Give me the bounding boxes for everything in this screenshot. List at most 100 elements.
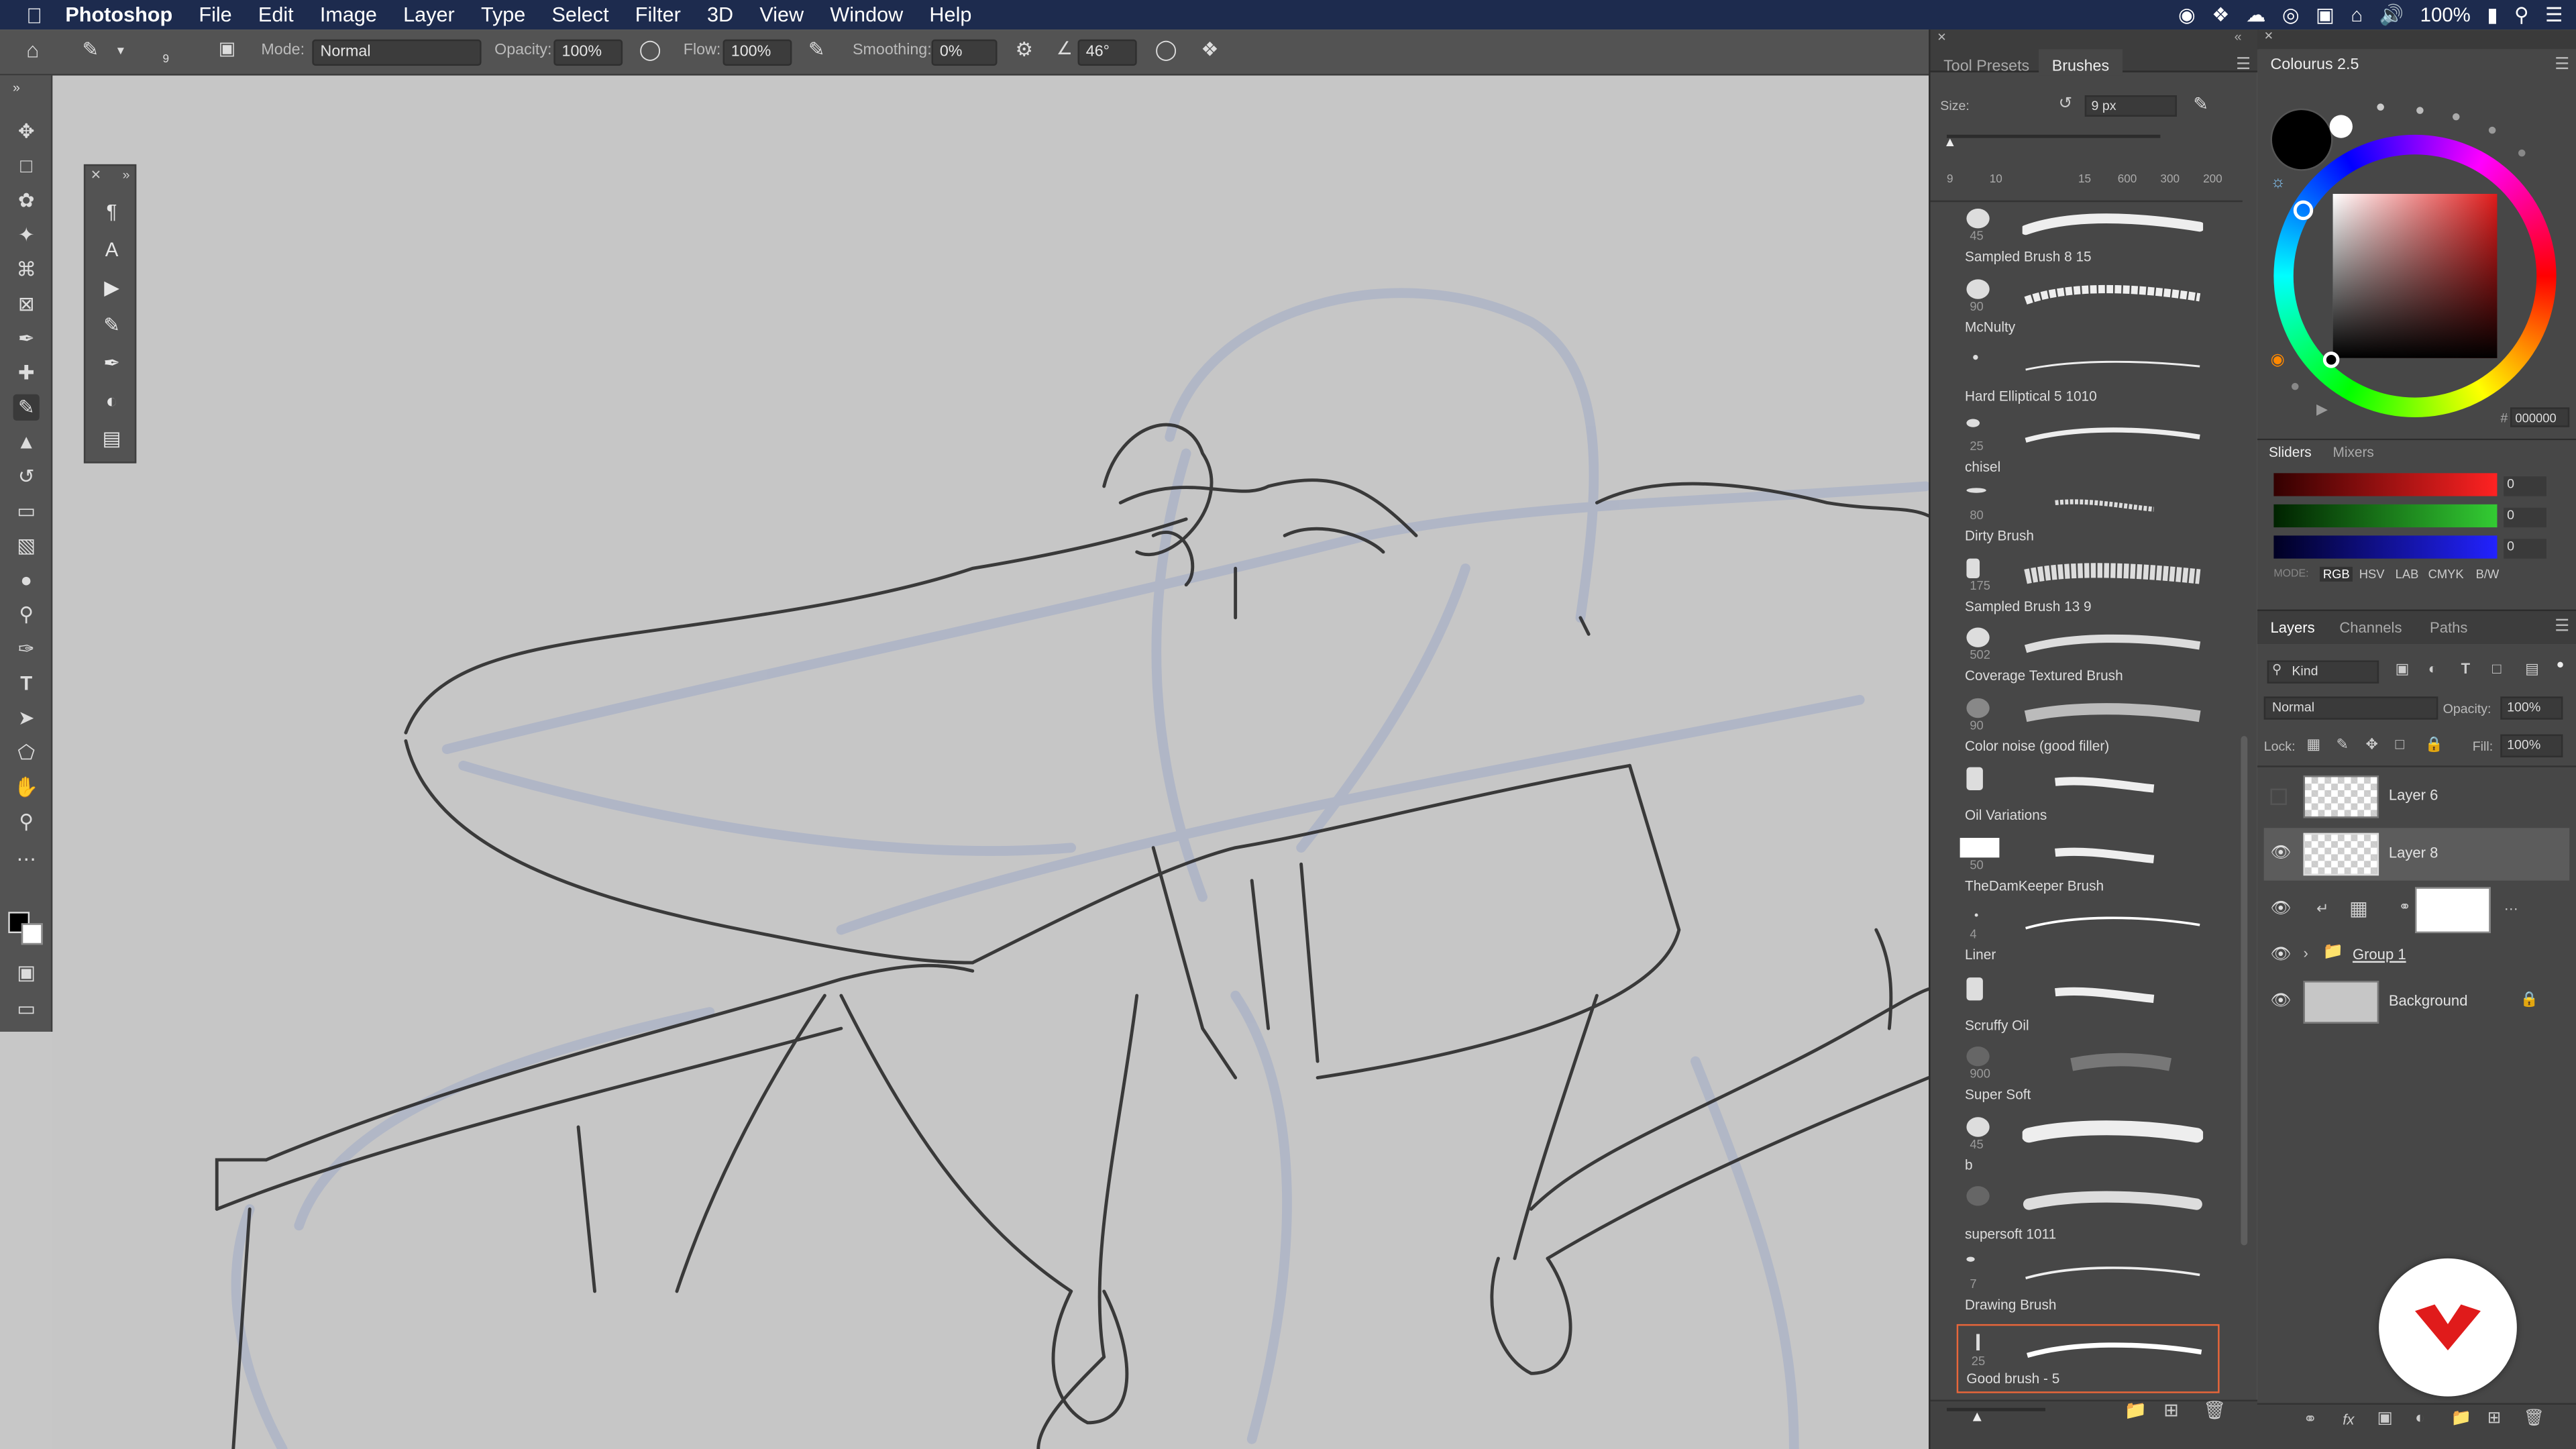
menu-layer[interactable]: Layer — [390, 3, 468, 26]
mode-select[interactable]: Normal — [312, 39, 482, 66]
lock-artboard-icon[interactable]: □ — [2396, 736, 2404, 752]
tab-brushes[interactable]: Brushes — [2039, 49, 2123, 76]
more-tools-icon[interactable]: ⋯ — [13, 846, 40, 872]
paragraph-panel-icon[interactable]: ¶ — [99, 199, 125, 225]
tab-sliders[interactable]: Sliders — [2269, 443, 2312, 460]
mode-rgb[interactable]: RGB — [2319, 566, 2353, 582]
palette-swatch-icon[interactable]: ● — [2451, 109, 2461, 127]
brush-item[interactable]: 90 Color noise (good filler) — [1957, 690, 2220, 759]
brush-item[interactable]: 80 Dirty Brush — [1957, 480, 2220, 549]
healing-brush-icon[interactable]: ✚ — [13, 360, 40, 386]
new-layer-icon[interactable]: ⊞ — [2487, 1409, 2502, 1428]
preset-size[interactable]: 200 — [2203, 174, 2222, 186]
pen-tool-icon[interactable]: ✑ — [13, 636, 40, 662]
marquee-tool-icon[interactable]: □ — [13, 153, 40, 179]
screen-mode-icon[interactable]: ▭ — [13, 996, 40, 1022]
filter-adjustment-icon[interactable]: ◐ — [2428, 660, 2437, 676]
type-tool-icon[interactable]: T — [13, 670, 40, 696]
chevron-right-icon[interactable]: › — [2303, 945, 2308, 961]
close-icon[interactable]: ✕ — [91, 168, 101, 182]
brush-item[interactable]: 175 Sampled Brush 13 9 — [1957, 550, 2220, 619]
document-canvas[interactable] — [52, 75, 1931, 1449]
stamp-tool-icon[interactable]: ▲ — [13, 429, 40, 455]
brush-item-selected[interactable]: 25 Good brush - 5 — [1956, 1324, 2220, 1393]
menu-3d[interactable]: 3D — [694, 3, 746, 26]
brushes-scrollbar[interactable] — [2241, 736, 2248, 1246]
brush-item[interactable]: Hard Elliptical 5 1010 — [1957, 340, 2220, 409]
group-row[interactable]: 👁 › 📁 Group 1 — [2264, 930, 2570, 982]
fill-field[interactable]: 100% — [2500, 734, 2563, 757]
brush-settings-panel-icon[interactable]: ✎ — [99, 312, 125, 338]
battery-icon[interactable]: ▮ — [2487, 3, 2498, 26]
symmetry-icon[interactable]: ❖ — [1201, 38, 1218, 60]
flow-field[interactable]: 100% — [722, 39, 792, 66]
filter-shape-icon[interactable]: □ — [2492, 660, 2501, 676]
eye-icon[interactable]: 👁 — [2270, 900, 2291, 918]
trash-icon[interactable]: 🗑 — [2203, 1400, 2226, 1421]
filter-smart-icon[interactable]: ▤ — [2525, 660, 2539, 678]
wifi-icon[interactable]: ⌂ — [2351, 3, 2363, 26]
cc-status-icon[interactable]: ◎ — [2282, 3, 2300, 26]
blur-tool-icon[interactable]: ● — [13, 567, 40, 593]
magic-wand-icon[interactable]: ✦ — [13, 222, 40, 248]
lock-position-icon[interactable]: ✥ — [2366, 736, 2378, 754]
mode-lab[interactable]: LAB — [2396, 567, 2419, 582]
panel-menu-icon[interactable]: ☰ — [2555, 618, 2569, 636]
eraser-tool-icon[interactable]: ▭ — [13, 498, 40, 524]
color-marker[interactable] — [2322, 352, 2340, 368]
brush-tool-icon[interactable]: ✎ — [13, 394, 40, 421]
filter-pixel-icon[interactable]: ▣ — [2396, 660, 2410, 678]
actions-panel-icon[interactable]: ▶ — [99, 274, 125, 301]
airbrush-icon[interactable]: ✎ — [808, 38, 825, 60]
hue-marker[interactable] — [2293, 200, 2314, 221]
gradient-tool-icon[interactable]: ▧ — [13, 532, 40, 558]
brush-item[interactable]: 900 Super Soft — [1957, 1038, 2220, 1108]
trash-icon[interactable]: 🗑 — [2524, 1409, 2544, 1428]
brush-item[interactable]: 4 Liner — [1957, 899, 2220, 968]
fx-icon[interactable]: fx — [2343, 1411, 2354, 1428]
new-brush-preset-icon[interactable]: ⊞ — [2163, 1400, 2179, 1421]
filter-toggle-icon[interactable]: ● — [2557, 657, 2565, 672]
dropbox-icon[interactable]: ❖ — [2212, 3, 2229, 26]
home-icon[interactable]: ⌂ — [26, 38, 39, 62]
brush-item[interactable]: Oil Variations — [1957, 759, 2220, 828]
menu-view[interactable]: View — [747, 3, 817, 26]
eye-icon[interactable]: 👁 — [2270, 992, 2291, 1010]
link-layers-icon[interactable]: ⚭ — [2303, 1411, 2317, 1430]
frame-tool-icon[interactable]: ⊠ — [13, 290, 40, 317]
green-value[interactable]: 0 — [2504, 507, 2546, 528]
menu-file[interactable]: File — [186, 3, 246, 26]
adjustment-layer-icon[interactable]: ◐ — [2415, 1409, 2425, 1428]
background-color-swatch[interactable] — [21, 923, 43, 945]
hand-tool-icon[interactable]: ✋ — [13, 773, 40, 800]
panel-menu-icon[interactable]: ☰ — [2236, 56, 2251, 74]
brush-settings-icon[interactable]: ▣ — [219, 38, 235, 59]
brush-item[interactable]: supersoft 1011 — [1957, 1178, 2220, 1247]
palette-swatch-icon[interactable]: ● — [2375, 99, 2385, 117]
adjustment-layer-row[interactable]: 👁 ↵ ▦ ⚭ … — [2264, 884, 2570, 936]
spotlight-icon[interactable]: ⚲ — [2514, 3, 2529, 26]
mode-cmyk[interactable]: CMYK — [2428, 567, 2464, 582]
lasso-tool-icon[interactable]: ✿ — [13, 187, 40, 213]
brush-item[interactable]: 25 chisel — [1957, 411, 2220, 480]
quick-mask-icon[interactable]: ▣ — [13, 959, 40, 985]
layer-row[interactable]: 👁 Background 🔒 — [2264, 976, 2570, 1028]
tab-channels[interactable]: Channels — [2339, 619, 2402, 635]
angle-field[interactable]: 46° — [1077, 39, 1137, 66]
opacity-field[interactable]: 100% — [2500, 696, 2563, 720]
control-center-icon[interactable]: ☰ — [2545, 3, 2563, 26]
collapse-panels-icon[interactable]: « — [2235, 30, 2242, 44]
volume-icon[interactable]: 🔊 — [2379, 3, 2404, 26]
palette-swatch-icon[interactable]: ● — [2487, 121, 2498, 140]
layer-row-selected[interactable]: 👁 Layer 8 — [2263, 828, 2570, 881]
panel-menu-icon[interactable]: ☰ — [2555, 56, 2569, 74]
smoothing-field[interactable]: 0% — [931, 39, 998, 66]
eye-icon[interactable]: 👁 — [2270, 947, 2291, 965]
size-slider-thumb[interactable]: ▲ — [1943, 135, 1956, 150]
grey-swatch-icon[interactable]: ● — [2290, 378, 2300, 396]
mode-bw[interactable]: B/W — [2476, 567, 2500, 582]
apple-icon[interactable]:  — [0, 3, 56, 28]
red-slider[interactable] — [2273, 473, 2498, 496]
eye-icon[interactable]: 👁 — [2270, 845, 2291, 863]
adjustments-panel-icon[interactable]: ◐ — [99, 388, 125, 414]
